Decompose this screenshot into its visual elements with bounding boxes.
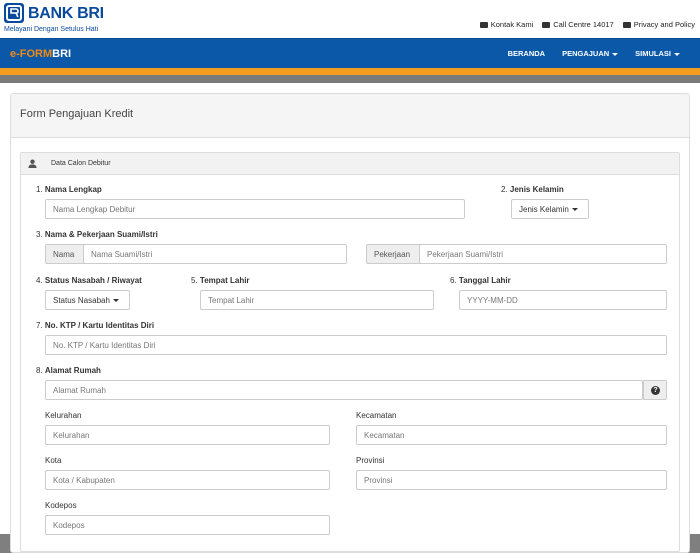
ktp-label-num: 7.	[36, 321, 43, 330]
privacy-link[interactable]: Privacy and Policy	[622, 20, 695, 29]
provinsi-label: Provinsi	[356, 456, 385, 465]
top-header: BANK BRI Melayani Dengan Setulus Hati Ko…	[0, 0, 700, 38]
kelurahan-input[interactable]: Kelurahan	[45, 425, 330, 445]
kodepos-input[interactable]: Kodepos	[45, 515, 330, 535]
provinsi-input[interactable]: Provinsi	[356, 470, 667, 490]
tanggal-lahir-input[interactable]: YYYY-MM-DD	[459, 290, 667, 310]
section-header: Data Calon Debitur	[21, 153, 679, 175]
status-nasabah-select[interactable]: Status Nasabah	[45, 290, 130, 310]
jenis-kelamin-label: 2. Jenis Kelamin	[501, 185, 564, 194]
alamat-rumah-input[interactable]: Alamat Rumah	[45, 380, 643, 400]
tempat-lahir-label: 5. Tempat Lahir	[191, 276, 250, 285]
suami-label-text: Nama & Pekerjaan Suami/Istri	[44, 230, 158, 239]
nav-pengajuan-dropdown[interactable]: PENGAJUAN	[562, 49, 619, 58]
nav-simulasi-dropdown[interactable]: SIMULASI	[635, 49, 680, 58]
page-title: Form Pengajuan Kredit	[20, 108, 134, 120]
form-panel: Form Pengajuan Kredit Data Calon Debitur…	[10, 93, 690, 553]
pekerjaan-addon: Pekerjaan	[366, 244, 420, 264]
kecamatan-input[interactable]: Kecamatan	[356, 425, 667, 445]
panel-header: Form Pengajuan Kredit	[11, 94, 689, 138]
nama-label: 1. Nama Lengkap	[36, 185, 102, 194]
phone-icon	[542, 21, 551, 28]
tempat-lahir-input[interactable]: Tempat Lahir	[200, 290, 434, 310]
divider-band	[0, 75, 700, 83]
jk-select-value: Jenis Kelamin	[519, 205, 569, 214]
jenis-kelamin-select[interactable]: Jenis Kelamin	[511, 199, 589, 219]
alamat-label: 8. Alamat Rumah	[36, 366, 101, 375]
nama-suami-input[interactable]: Nama Suami/Istri	[83, 244, 347, 264]
kota-input[interactable]: Kota / Kabupaten	[45, 470, 330, 490]
top-links: Kontak Kami Call Centre 14017 Privacy an…	[479, 20, 695, 29]
nav-simulasi-label: SIMULASI	[635, 49, 671, 58]
status-label: 4. Status Nasabah / Riwayat	[36, 276, 142, 285]
kelurahan-label: Kelurahan	[45, 411, 82, 420]
ktp-label-text: No. KTP / Kartu Identitas Diri	[44, 321, 155, 330]
logo-tagline: Melayani Dengan Setulus Hati	[4, 26, 99, 33]
jk-label-text: Jenis Kelamin	[509, 185, 564, 194]
tgl-label-num: 6.	[450, 276, 457, 285]
nama-label-num: 1.	[36, 185, 43, 194]
accent-stripe	[0, 68, 700, 75]
suami-label: 3. Nama & Pekerjaan Suami/Istri	[36, 230, 158, 239]
envelope-icon	[479, 21, 488, 28]
nav-menu: BERANDA PENGAJUAN SIMULASI	[508, 49, 680, 58]
alamat-label-text: Alamat Rumah	[44, 366, 101, 375]
briefcase-icon	[622, 21, 631, 28]
main-navbar: e-FORMBRI BERANDA PENGAJUAN SIMULASI	[0, 38, 700, 68]
ktp-label: 7. No. KTP / Kartu Identitas Diri	[36, 321, 154, 330]
chevron-down-icon	[571, 208, 578, 212]
kodepos-label: Kodepos	[45, 501, 77, 510]
brand-suffix: BRI	[52, 48, 72, 60]
alamat-label-num: 8.	[36, 366, 43, 375]
call-centre-link[interactable]: Call Centre 14017	[542, 20, 614, 29]
question-circle-icon: ?	[651, 386, 660, 395]
kecamatan-label: Kecamatan	[356, 411, 397, 420]
section-title: Data Calon Debitur	[51, 160, 111, 167]
tanggal-lahir-label: 6. Tanggal Lahir	[450, 276, 511, 285]
pekerjaan-suami-input[interactable]: Pekerjaan Suami/Istri	[419, 244, 667, 264]
suami-label-num: 3.	[36, 230, 43, 239]
eform-brand[interactable]: e-FORMBRI	[10, 48, 71, 60]
chevron-down-icon	[112, 299, 119, 303]
tempat-label-num: 5.	[191, 276, 198, 285]
tempat-label-text: Tempat Lahir	[199, 276, 250, 285]
nav-pengajuan-label: PENGAJUAN	[562, 49, 610, 58]
chevron-down-icon	[612, 52, 619, 56]
debtor-section: Data Calon Debitur 1. Nama Lengkap Nama …	[20, 152, 680, 552]
bri-logo-icon	[4, 3, 24, 23]
nav-beranda[interactable]: BERANDA	[508, 49, 546, 58]
jk-label-num: 2.	[501, 185, 508, 194]
status-label-num: 4.	[36, 276, 43, 285]
nama-lengkap-input[interactable]: Nama Lengkap Debitur	[45, 199, 465, 219]
chevron-down-icon	[674, 52, 680, 56]
status-label-text: Status Nasabah / Riwayat	[44, 276, 142, 285]
ktp-input[interactable]: No. KTP / Kartu Identitas Diri	[45, 335, 667, 355]
tgl-label-text: Tanggal Lahir	[458, 276, 511, 285]
logo-text: BANK BRI	[28, 5, 104, 22]
contact-link-label: Kontak Kami	[490, 20, 534, 29]
nama-label-text: Nama Lengkap	[44, 185, 102, 194]
privacy-link-label: Privacy and Policy	[633, 20, 695, 29]
call-centre-label: Call Centre 14017	[553, 20, 614, 29]
nama-addon: Nama	[45, 244, 84, 264]
brand-prefix: e-FORM	[10, 48, 53, 60]
contact-link[interactable]: Kontak Kami	[479, 20, 534, 29]
page-content: Form Pengajuan Kredit Data Calon Debitur…	[0, 83, 700, 553]
kota-label: Kota	[45, 456, 62, 465]
alamat-help-button[interactable]: ?	[643, 380, 667, 400]
status-select-value: Status Nasabah	[53, 296, 110, 305]
user-icon	[28, 159, 37, 168]
